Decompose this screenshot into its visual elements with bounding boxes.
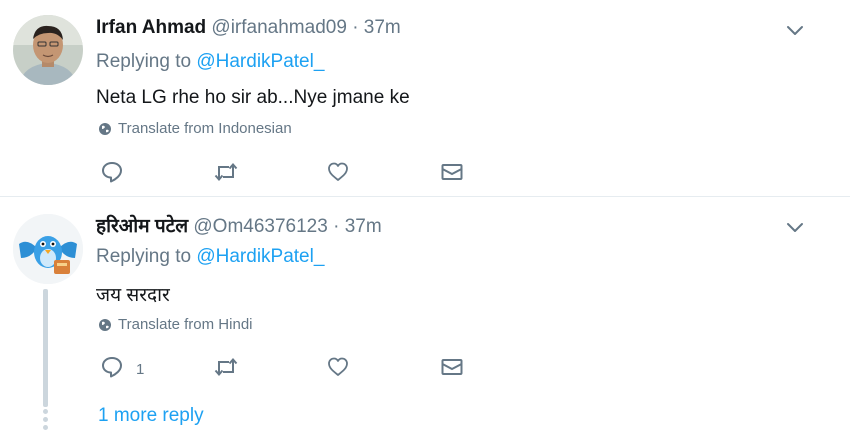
globe-icon [99, 122, 111, 135]
thread-line [43, 289, 48, 407]
retweet-button[interactable] [213, 355, 239, 379]
retweet-icon [214, 357, 238, 377]
retweet-button[interactable] [213, 160, 239, 184]
tweet-text: Neta LG rhe ho sir ab...Nye jmane ke [96, 87, 410, 108]
translate-label: Translate from Indonesian [118, 120, 292, 137]
blue-bird-avatar-icon [13, 214, 83, 284]
translate-label: Translate from Hindi [118, 316, 253, 333]
separator-dot: · [352, 17, 359, 38]
author-name[interactable]: हरिओम पटेल [96, 216, 188, 237]
separator-dot: · [333, 216, 340, 237]
replying-to-handle-link[interactable]: @HardikPatel_ [196, 51, 324, 72]
reply-icon [102, 357, 122, 378]
person-avatar-icon [13, 15, 83, 85]
like-button[interactable] [326, 160, 350, 184]
reply-button[interactable] [100, 160, 136, 184]
author-name[interactable]: Irfan Ahmad [96, 17, 206, 38]
avatar[interactable] [13, 214, 83, 284]
more-reply-link[interactable]: 1 more reply [98, 405, 204, 427]
author-handle[interactable]: @Om46376123 [193, 216, 327, 237]
envelope-icon [441, 164, 463, 180]
timestamp[interactable]: 37m [364, 17, 401, 38]
tweet-actions [100, 160, 480, 186]
retweet-icon [214, 162, 238, 182]
timestamp[interactable]: 37m [345, 216, 382, 237]
tweet-header: हरिओम पटेल @Om46376123 · 37m [96, 212, 382, 238]
reply-count: 1 [136, 360, 145, 378]
translate-link[interactable]: Translate from Hindi [98, 316, 253, 333]
tweet[interactable]: Irfan Ahmad @irfanahmad09 · 37m Replying… [0, 0, 850, 197]
chevron-down-icon[interactable] [784, 219, 806, 235]
tweet-header: Irfan Ahmad @irfanahmad09 · 37m [96, 17, 401, 39]
replying-to-handle-link[interactable]: @HardikPatel_ [196, 246, 324, 267]
avatar[interactable] [13, 15, 83, 85]
reply-icon [102, 162, 122, 183]
replying-to-label: Replying to [96, 246, 192, 267]
tweet-text: जय सरदार [96, 285, 170, 306]
heart-icon [328, 357, 348, 376]
reply-button[interactable]: 1 [100, 355, 144, 379]
like-button[interactable] [326, 355, 350, 379]
thread-dots [43, 409, 48, 433]
replying-to-label: Replying to [96, 51, 192, 72]
envelope-icon [441, 359, 463, 375]
direct-message-button[interactable] [440, 160, 464, 184]
chevron-down-icon[interactable] [784, 22, 806, 38]
replying-to: Replying to @HardikPatel_ [96, 246, 324, 268]
author-handle[interactable]: @irfanahmad09 [211, 17, 346, 38]
direct-message-button[interactable] [440, 355, 464, 379]
tweet[interactable]: हरिओम पटेल @Om46376123 · 37m Replying to… [0, 197, 850, 441]
translate-link[interactable]: Translate from Indonesian [98, 120, 292, 137]
replying-to: Replying to @HardikPatel_ [96, 51, 324, 73]
heart-icon [328, 162, 348, 181]
tweet-actions: 1 [100, 355, 480, 381]
globe-icon [99, 318, 111, 331]
